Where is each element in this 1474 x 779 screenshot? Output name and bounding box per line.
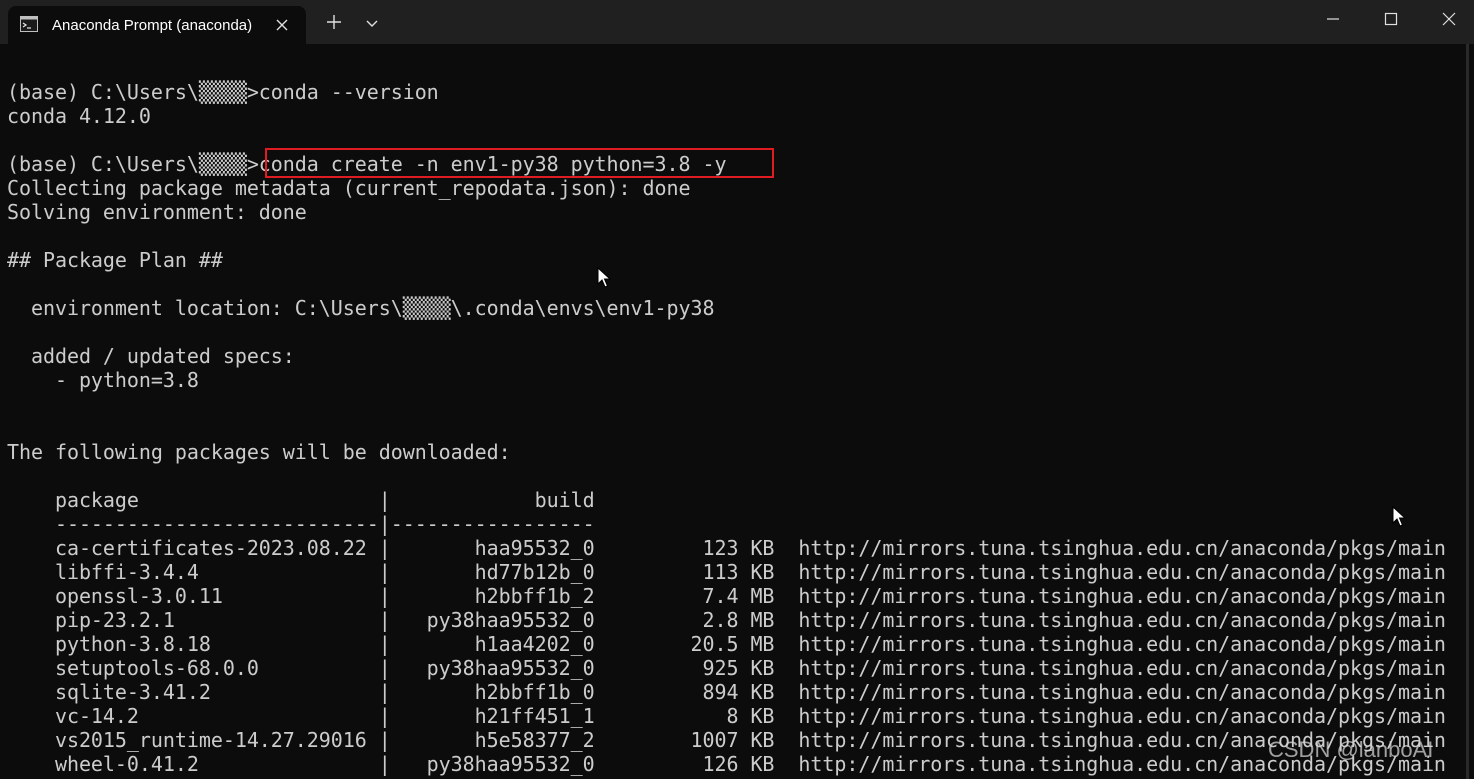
table-row: sqlite-3.41.2 | h2bbff1b_0 894 KB http:/… [7,680,1446,704]
close-icon[interactable] [272,15,292,35]
command-highlight-box [265,148,774,178]
terminal-line: ## Package Plan ## [7,248,223,272]
title-bar: Anaconda Prompt (anaconda) [0,0,1474,44]
terminal-line: The following packages will be downloade… [7,440,511,464]
watermark: CSDN @lanboAI [1268,737,1434,762]
terminal-line: environment location: C:\Users\▒▒▒▒\.con… [7,296,715,320]
table-row: libffi-3.4.4 | hd77b12b_0 113 KB http://… [7,560,1446,584]
plus-icon [325,13,343,35]
scrollbar[interactable] [1466,44,1469,779]
new-tab-button[interactable] [320,10,348,38]
table-row: vc-14.2 | h21ff451_1 8 KB http://mirrors… [7,704,1446,728]
mouse-pointer-icon [597,266,612,293]
terminal-line: - python=3.8 [7,368,199,392]
close-window-button[interactable] [1420,0,1474,40]
table-row: openssl-3.0.11 | h2bbff1b_2 7.4 MB http:… [7,584,1446,608]
table-header: package | build [7,488,595,512]
tab-dropdown-button[interactable] [358,10,386,38]
terminal-line: conda 4.12.0 [7,104,151,128]
terminal-text: (base) C:\Users\▒▒▒▒>conda --version con… [7,80,1446,776]
table-row: setuptools-68.0.0 | py38haa95532_0 925 K… [7,656,1446,680]
table-row: python-3.8.18 | h1aa4202_0 20.5 MB http:… [7,632,1446,656]
table-row: pip-23.2.1 | py38haa95532_0 2.8 MB http:… [7,608,1446,632]
terminal-line: Collecting package metadata (current_rep… [7,176,691,200]
table-row: wheel-0.41.2 | py38haa95532_0 126 KB htt… [7,752,1446,776]
table-row: vs2015_runtime-14.27.29016 | h5e58377_2 … [7,728,1446,752]
terminal-icon [20,16,38,32]
terminal-output[interactable]: (base) C:\Users\▒▒▒▒>conda --version con… [0,44,1474,779]
terminal-line: Solving environment: done [7,200,307,224]
close-icon [1442,11,1456,30]
maximize-button[interactable] [1362,0,1420,40]
table-divider: ---------------------------|------------… [7,512,595,536]
terminal-line: (base) C:\Users\▒▒▒▒>conda --version [7,80,439,104]
chevron-down-icon [365,15,379,34]
minimize-button[interactable] [1304,0,1362,40]
minimize-icon [1326,11,1340,30]
terminal-line: added / updated specs: [7,344,295,368]
mouse-pointer-icon [1392,505,1407,532]
table-row: ca-certificates-2023.08.22 | haa95532_0 … [7,536,1446,560]
tab-anaconda-prompt[interactable]: Anaconda Prompt (anaconda) [8,6,306,44]
maximize-icon [1384,11,1398,30]
tab-title: Anaconda Prompt (anaconda) [52,17,253,34]
